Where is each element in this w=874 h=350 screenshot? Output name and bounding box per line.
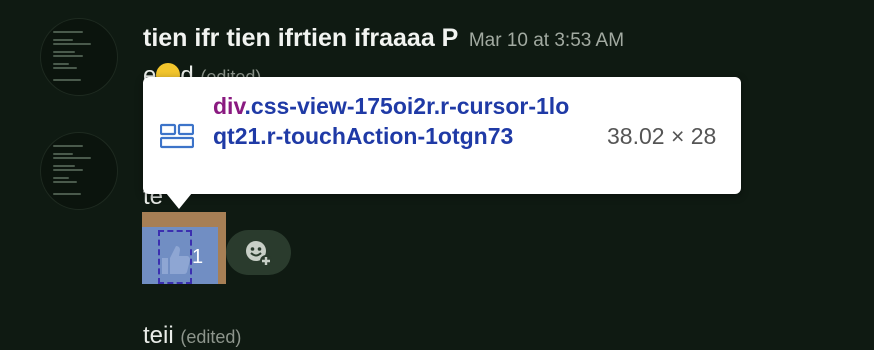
reaction-button[interactable] [158, 230, 192, 284]
image-attachment[interactable]: 1 [142, 212, 226, 284]
avatar-thumbnail [53, 29, 109, 85]
add-emoji-icon [246, 241, 272, 267]
add-reaction-button[interactable] [226, 230, 291, 275]
edited-label: (edited) [180, 327, 242, 347]
message-timestamp: Mar 10 at 3:53 AM [468, 30, 625, 51]
user-avatar[interactable] [40, 132, 118, 210]
element-classes: .css-view-175oi2r.r-cursor-1loqt21.r-tou… [213, 93, 570, 149]
user-avatar[interactable] [40, 18, 118, 96]
avatar-thumbnail [53, 143, 109, 199]
author-name[interactable]: tien ifr tien ifrtien ifraaaa P [143, 24, 458, 52]
element-size: 38.02 × 28 [607, 123, 717, 149]
inspector-tooltip: div.css-view-175oi2r.r-cursor-1loqt21.r-… [143, 77, 741, 194]
message-header: tien ifr tien ifrtien ifraaaa P Mar 10 a… [143, 24, 624, 53]
element-selector: div.css-view-175oi2r.r-cursor-1loqt21.r-… [213, 91, 583, 151]
flex-layout-icon [160, 123, 194, 149]
tooltip-arrow [166, 193, 192, 209]
reaction-count: 1 [192, 246, 204, 268]
message-text: teii (edited) [143, 322, 242, 349]
element-tag: div [213, 93, 245, 119]
